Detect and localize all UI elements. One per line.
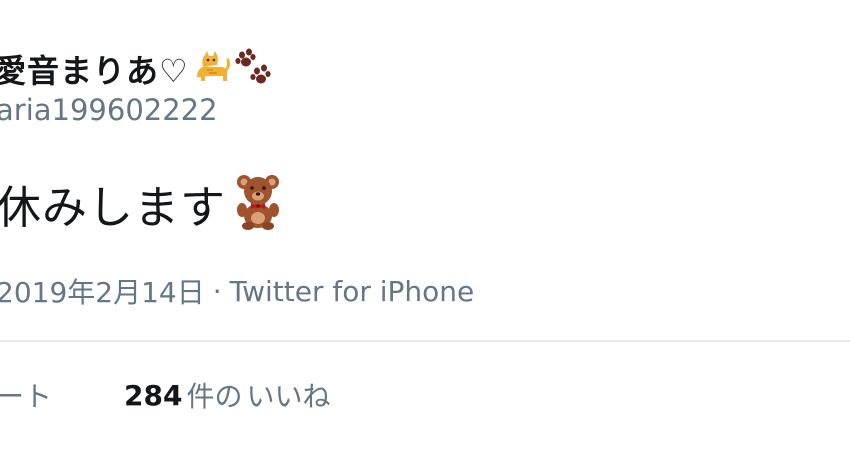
stats-divider — [0, 340, 850, 342]
tweet-date[interactable]: 2019年2月14日 — [0, 271, 205, 311]
meta-separator: · — [212, 274, 222, 308]
likes-label-link[interactable]: いいね — [246, 375, 330, 415]
teddy-bear-emoji-icon — [234, 172, 282, 234]
tweet-source[interactable]: Twitter for iPhone — [230, 275, 475, 308]
tweet-text-row: 休みします — [0, 172, 282, 234]
author-handle[interactable]: aria199602222 — [0, 93, 218, 127]
paw-prints-emoji-icon — [233, 47, 271, 91]
tweet-meta: 2019年2月14日 · Twitter for iPhone — [0, 271, 474, 311]
author-display-name[interactable]: 愛音まりあ♡ — [0, 46, 189, 92]
tweet-text: 休みします — [0, 180, 227, 234]
author-name-row[interactable]: 愛音まりあ♡ — [0, 47, 271, 91]
likes-stat[interactable]: 284 件の いいね — [124, 375, 330, 415]
cat-emoji-icon — [191, 47, 231, 91]
tweet-detail: 愛音まりあ♡ aria199602222 休みします 2019年2月14日 · … — [0, 0, 850, 450]
likes-label-prefix: 件の — [186, 380, 243, 413]
tweet-stats: ート 284 件の いいね — [0, 373, 330, 417]
retweets-label[interactable]: ート — [0, 375, 52, 415]
likes-count: 284 — [124, 378, 183, 412]
